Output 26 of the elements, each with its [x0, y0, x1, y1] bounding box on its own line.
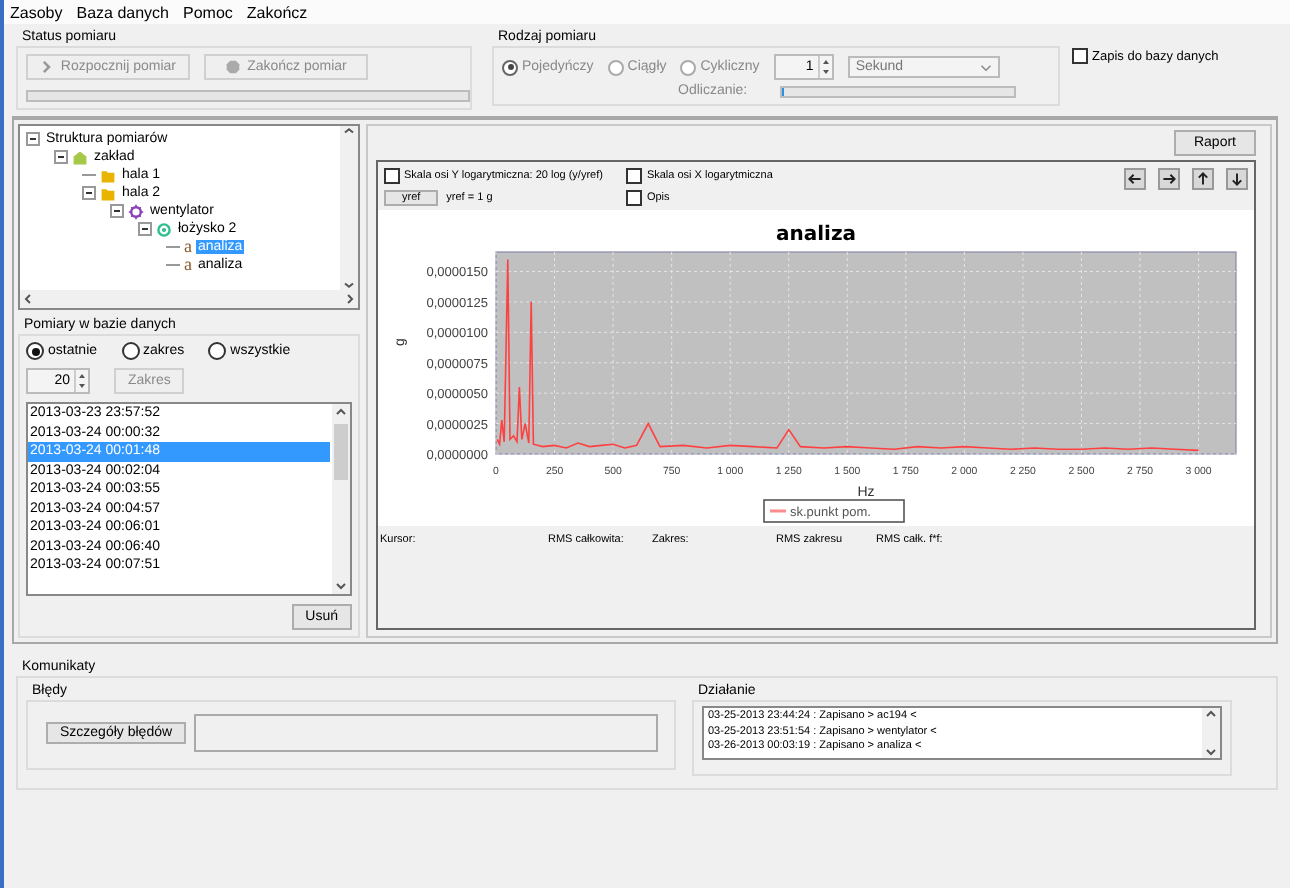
arrow-up-button[interactable]: [1192, 168, 1214, 190]
analysis-icon: a: [184, 238, 192, 256]
collapse-icon[interactable]: [26, 132, 40, 146]
analysis-icon: a: [184, 256, 192, 274]
stop-icon: [225, 60, 240, 74]
ring-icon: [156, 221, 172, 237]
arrow-down-button[interactable]: [1226, 168, 1248, 190]
collapse-icon[interactable]: [82, 186, 96, 200]
menu-item[interactable]: Zasoby: [8, 3, 65, 21]
gear-icon: [128, 203, 144, 219]
arrow-left-button[interactable]: [1124, 168, 1146, 190]
menu-item[interactable]: Zakończ: [244, 3, 310, 21]
chevron-icon: [40, 60, 53, 74]
chart-title: analiza: [775, 224, 857, 246]
menu-item[interactable]: Pomoc: [181, 3, 235, 21]
scrollbar[interactable]: [20, 290, 358, 308]
collapse-icon[interactable]: [54, 150, 68, 164]
building-icon: [72, 149, 88, 165]
menu-item[interactable]: Baza danych: [74, 3, 171, 21]
collapse-icon[interactable]: [138, 222, 152, 236]
caret-icon: [979, 63, 992, 71]
scrollbar[interactable]: [332, 404, 350, 594]
scrollbar[interactable]: [340, 126, 358, 290]
scrollbar[interactable]: [1202, 708, 1220, 758]
collapse-icon[interactable]: [110, 204, 124, 218]
arrow-right-button[interactable]: [1158, 168, 1180, 190]
